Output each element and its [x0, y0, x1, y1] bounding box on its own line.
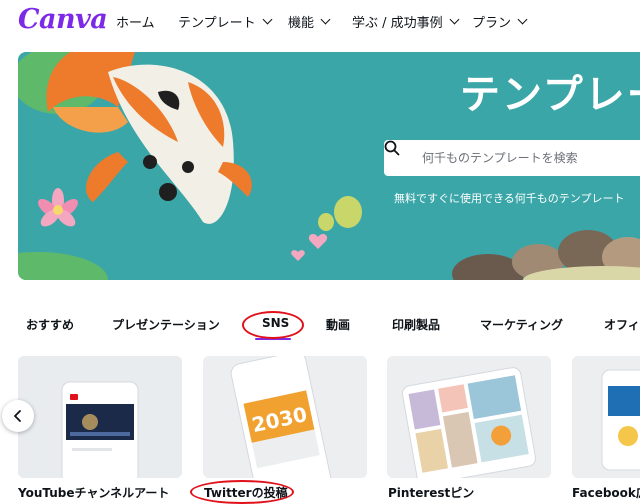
facebook-card-preview: [572, 356, 640, 478]
chevron-left-icon: [14, 410, 21, 422]
nav-item-label: 学ぶ / 成功事例: [352, 16, 443, 31]
nav-item-label: ホーム: [116, 16, 155, 31]
hero-banner: テンプレー 無料ですぐに使用できる何千ものテンプレート: [18, 52, 640, 280]
tab-print[interactable]: 印刷製品: [392, 316, 440, 333]
category-tabs: おすすめ プレゼンテーション SNS 動画 印刷製品 マーケティング オフィ: [0, 312, 640, 342]
twitter-card-preview: 2030: [203, 356, 367, 478]
carousel-prev-button[interactable]: [2, 400, 34, 432]
template-card-label[interactable]: Pinterestピン: [388, 484, 474, 501]
template-card-label[interactable]: Facebook広: [572, 484, 640, 501]
chevron-down-icon: [262, 14, 273, 25]
template-card-pinterest[interactable]: [387, 356, 551, 478]
nav-item-learn[interactable]: 学ぶ / 成功事例: [352, 12, 460, 31]
top-nav: Canva ホーム テンプレート 機能 学ぶ / 成功事例 プラン: [0, 0, 640, 44]
tab-marketing[interactable]: マーケティング: [480, 316, 563, 333]
chevron-down-icon: [320, 14, 331, 25]
youtube-card-preview: [18, 356, 182, 478]
nav-item-label: 機能: [288, 16, 315, 31]
tab-recommended[interactable]: おすすめ: [26, 316, 74, 333]
template-search-box[interactable]: [384, 140, 640, 176]
nav-item-plans[interactable]: プラン: [472, 12, 528, 31]
canva-logo[interactable]: Canva: [18, 4, 108, 35]
nav-item-templates[interactable]: テンプレート: [178, 12, 273, 31]
pinterest-card-preview: [387, 356, 551, 478]
nav-item-home[interactable]: ホーム: [116, 12, 155, 31]
tab-presentation[interactable]: プレゼンテーション: [112, 316, 220, 333]
selected-tab-indicator: [255, 338, 291, 340]
tab-video[interactable]: 動画: [326, 316, 350, 333]
search-input[interactable]: [422, 140, 640, 176]
nav-item-label: プラン: [472, 16, 512, 31]
tab-sns[interactable]: SNS: [262, 316, 289, 330]
template-card-label[interactable]: YouTubeチャンネルアート: [18, 484, 169, 501]
template-card-label[interactable]: Twitterの投稿: [204, 484, 288, 501]
hero-subtitle: 無料ですぐに使用できる何千ものテンプレート: [394, 192, 625, 205]
nav-item-label: テンプレート: [178, 16, 256, 31]
template-card-facebook[interactable]: [572, 356, 640, 478]
tab-office[interactable]: オフィ: [604, 316, 640, 333]
template-card-twitter[interactable]: 2030: [203, 356, 367, 478]
search-icon: [384, 140, 400, 156]
hero-title: テンプレー: [460, 72, 640, 118]
nav-item-features[interactable]: 機能: [288, 12, 331, 31]
chevron-down-icon: [517, 14, 528, 25]
template-card-youtube[interactable]: [18, 356, 182, 478]
chevron-down-icon: [449, 14, 460, 25]
